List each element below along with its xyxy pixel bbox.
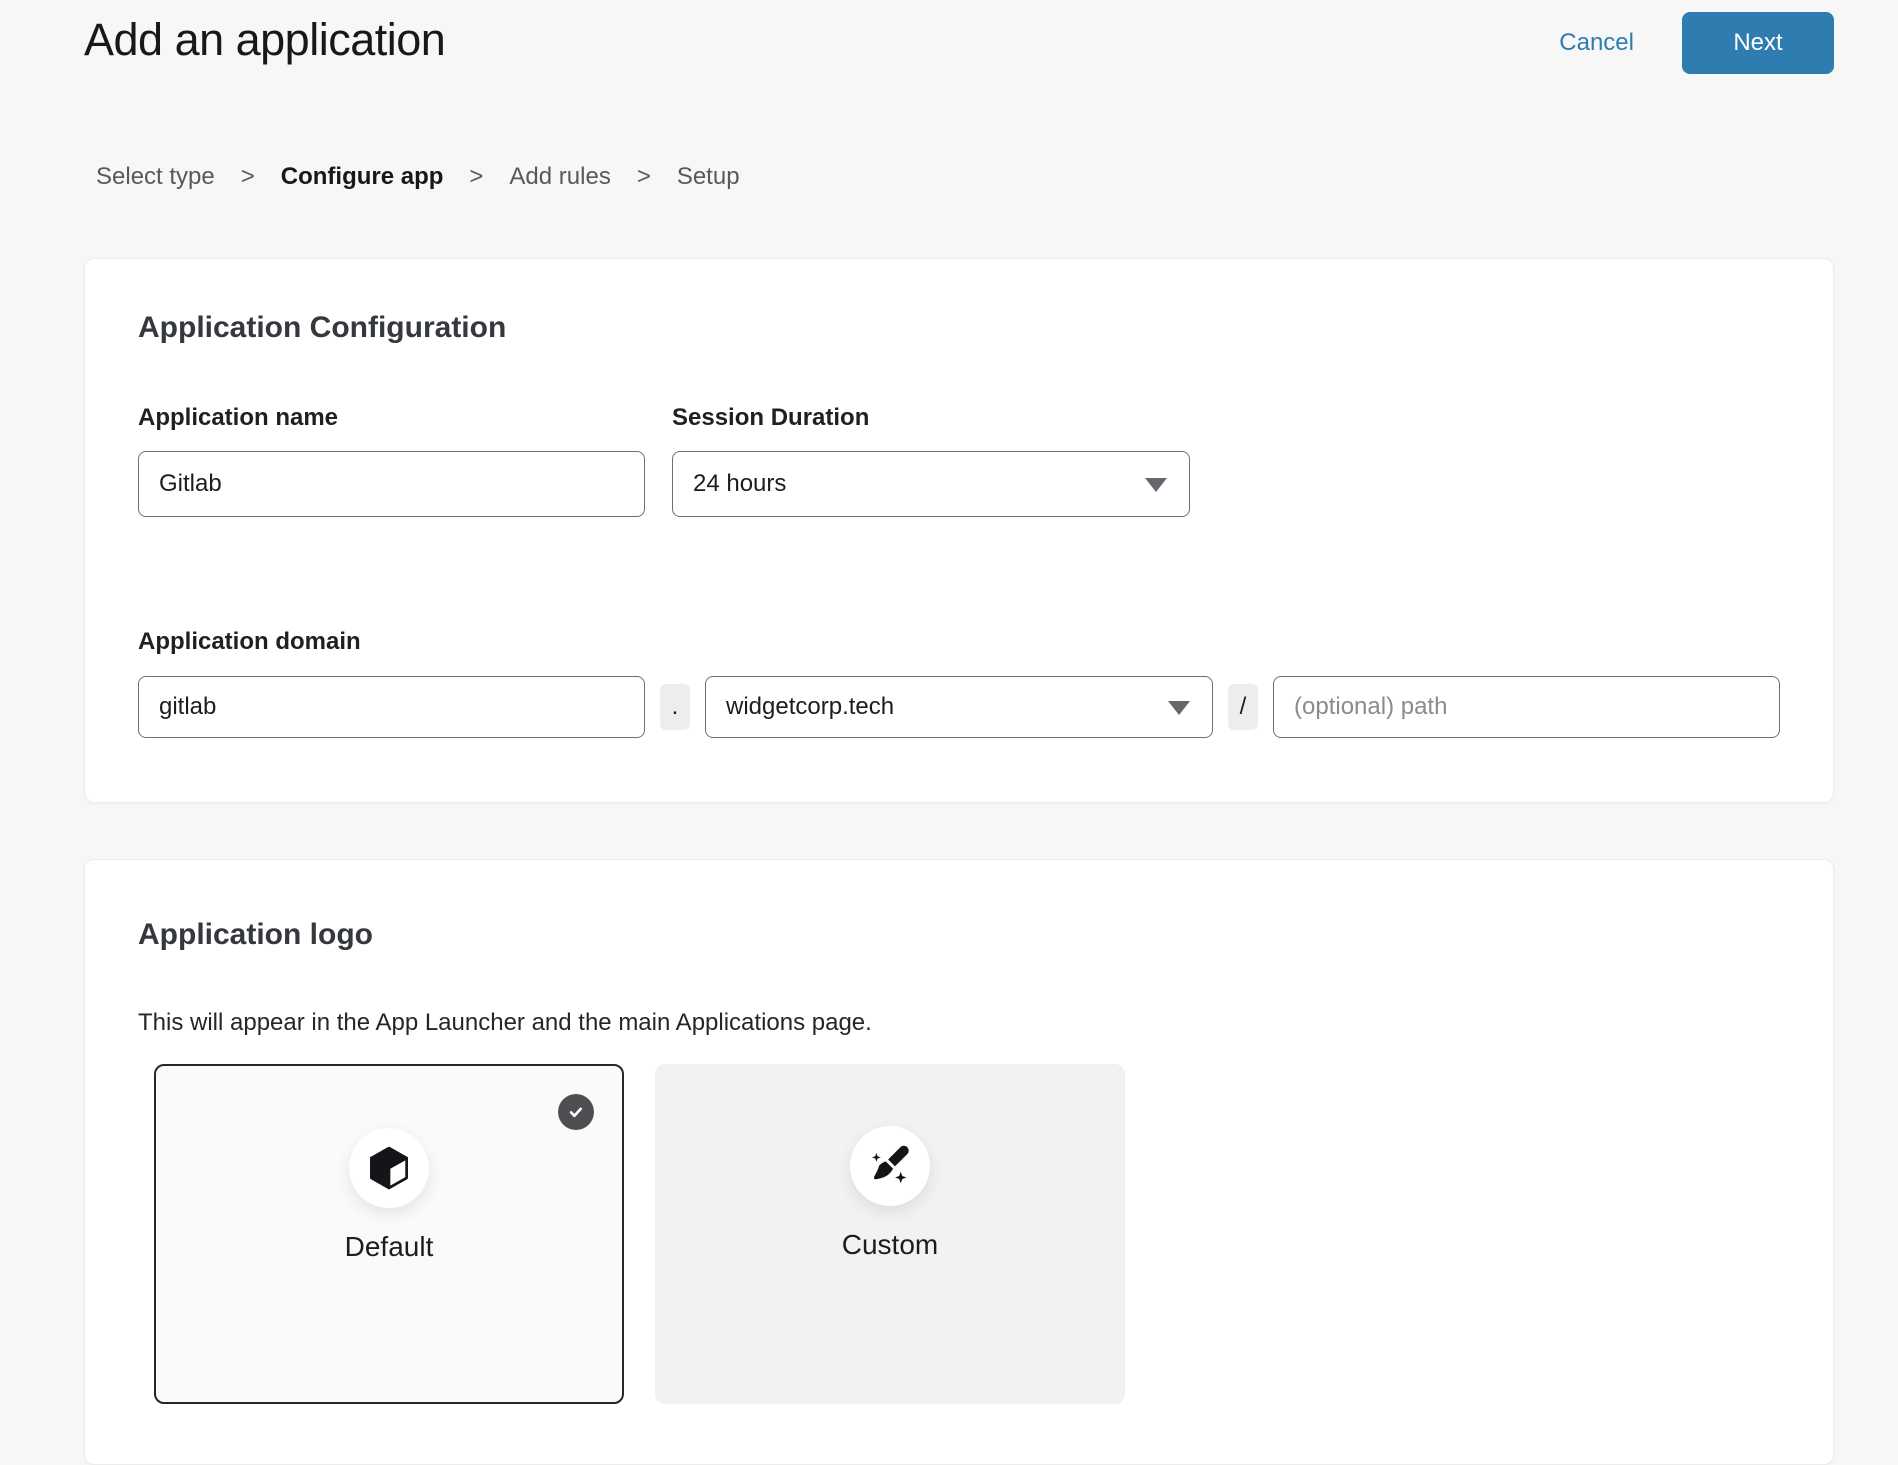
custom-logo-circle: [850, 1126, 930, 1206]
application-name-input[interactable]: [138, 451, 645, 517]
logo-option-custom[interactable]: Custom: [655, 1064, 1125, 1404]
chevron-down-icon: [1145, 478, 1167, 492]
breadcrumb-step-configure-app[interactable]: Configure app: [281, 162, 444, 192]
check-icon: [566, 1102, 586, 1122]
application-logo-card: Application logo This will appear in the…: [84, 859, 1834, 1465]
breadcrumb-step-add-rules[interactable]: Add rules: [509, 162, 610, 192]
path-input[interactable]: [1273, 676, 1780, 738]
breadcrumb-step-select-type[interactable]: Select type: [96, 162, 215, 192]
session-duration-value: 24 hours: [693, 470, 786, 498]
logo-option-default[interactable]: Default: [154, 1064, 624, 1404]
session-duration-label: Session Duration: [672, 403, 1190, 433]
application-domain-label: Application domain: [138, 627, 1780, 657]
cube-icon: [366, 1145, 412, 1191]
config-fields-row: 24 hours: [138, 451, 1780, 517]
breadcrumb-separator: >: [469, 162, 483, 192]
default-logo-circle: [349, 1128, 429, 1208]
logo-option-default-label: Default: [156, 1230, 622, 1264]
next-button[interactable]: Next: [1682, 12, 1834, 74]
page-title: Add an application: [84, 14, 445, 66]
cancel-button[interactable]: Cancel: [1559, 29, 1634, 57]
paintbrush-icon: [867, 1143, 913, 1189]
slash-separator: /: [1228, 684, 1258, 730]
chevron-down-icon: [1168, 701, 1190, 715]
page-header: Add an application Cancel Next: [84, 0, 1834, 74]
logo-option-custom-label: Custom: [655, 1228, 1125, 1262]
domain-select[interactable]: widgetcorp.tech: [705, 676, 1213, 738]
subdomain-input[interactable]: [138, 676, 645, 738]
logo-option-tiles: Default Custom: [154, 1064, 1780, 1404]
dot-separator: .: [660, 684, 690, 730]
config-labels-row: Application name Session Duration: [138, 403, 1780, 433]
application-logo-heading: Application logo: [138, 916, 1780, 954]
breadcrumb-separator: >: [241, 162, 255, 192]
application-name-label: Application name: [138, 403, 645, 433]
session-duration-select[interactable]: 24 hours: [672, 451, 1190, 517]
domain-value: widgetcorp.tech: [726, 693, 894, 721]
page: Add an application Cancel Next Select ty…: [84, 0, 1834, 1465]
application-logo-description: This will appear in the App Launcher and…: [138, 1008, 1780, 1038]
application-configuration-card: Application Configuration Application na…: [84, 258, 1834, 803]
breadcrumb: Select type > Configure app > Add rules …: [96, 162, 1834, 192]
selected-badge: [558, 1094, 594, 1130]
application-domain-row: . widgetcorp.tech /: [138, 676, 1780, 738]
breadcrumb-separator: >: [637, 162, 651, 192]
header-actions: Cancel Next: [1559, 12, 1834, 74]
application-configuration-heading: Application Configuration: [138, 309, 1780, 347]
breadcrumb-step-setup[interactable]: Setup: [677, 162, 740, 192]
